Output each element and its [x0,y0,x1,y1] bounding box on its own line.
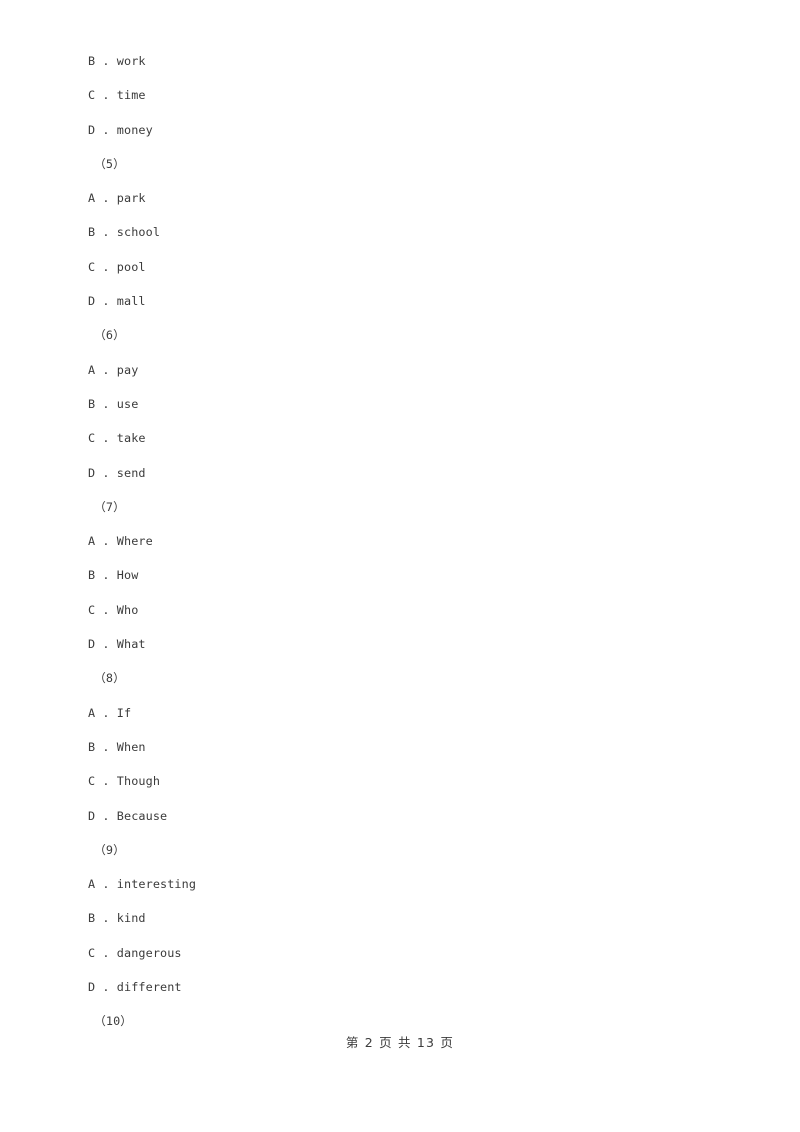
answer-option: B . How [88,568,139,583]
page-footer: 第 2 页 共 13 页 [345,1035,455,1050]
question-number: （5） [94,156,125,171]
answer-option: C . dangerous [88,945,182,960]
answer-option: B . kind [88,911,146,926]
answer-option: D . money [88,122,153,137]
document-page: B . work C . time D . money （5） A . park B . … [0,0,800,1132]
answer-option: C . take [88,431,146,446]
question-number: （6） [94,328,125,343]
answer-option: A . park [88,191,146,206]
answer-option: A . If [88,705,132,720]
question-number: （7） [94,499,125,514]
answer-option: B . school [88,225,161,240]
answer-option: C . Though [88,774,161,789]
answer-option: B . When [88,739,146,754]
answer-option: B . use [88,396,139,411]
answer-option: A . Where [88,534,153,549]
answer-option: C . pool [88,259,146,274]
answer-option: B . work [88,54,146,68]
answer-option: D . send [88,465,146,480]
answer-option: C . Who [88,602,139,617]
answer-option: A . interesting [88,877,197,892]
answer-option: C . time [88,88,146,103]
answer-option: D . Because [88,808,168,823]
answer-option: A . pay [88,362,139,377]
question-options-list: B . work C . time D . money （5） A . park B . … [88,44,728,1039]
answer-option: D . What [88,637,146,652]
question-number: （9） [94,842,125,857]
answer-option: D . different [88,980,182,995]
answer-option: D . mall [88,294,146,309]
question-number: （8） [94,671,125,686]
